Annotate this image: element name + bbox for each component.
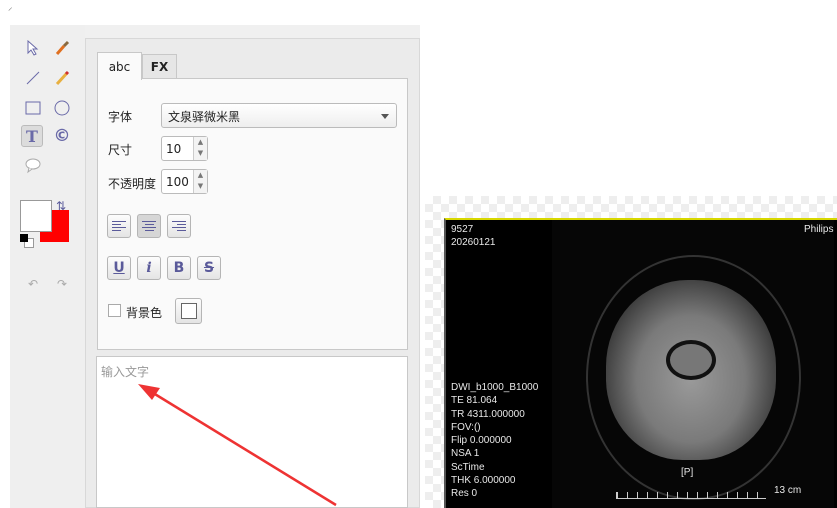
acquisition-info: DWI_b1000_B1000 TE 81.064 TR 4311.000000…	[451, 381, 538, 501]
tab-fx[interactable]: FX	[142, 54, 177, 79]
background-color-checkbox[interactable]	[108, 304, 121, 317]
align-right-icon	[172, 220, 186, 232]
redo-icon[interactable]: ↷	[51, 273, 73, 295]
info-line: ScTime	[451, 461, 485, 473]
font-label: 字体	[108, 110, 133, 124]
orientation-marker: [P]	[681, 467, 694, 478]
size-stepper-arrows[interactable]: ▲ ▼	[193, 137, 207, 160]
dicom-image[interactable]: 9527 20260121 Philips DWI_b1000_B1000 TE …	[444, 218, 837, 508]
select-tool-icon[interactable]	[22, 37, 44, 59]
info-line: NSA 1	[451, 448, 480, 460]
font-value: 文泉驿微米黑	[168, 110, 241, 124]
brainstem-region	[666, 340, 716, 380]
scale-label: 13 cm	[774, 485, 802, 496]
eyedropper-tool-icon[interactable]	[51, 37, 73, 59]
rectangle-tool-icon[interactable]	[22, 97, 44, 119]
align-left-icon	[112, 220, 126, 232]
info-line: THK 6.000000	[451, 475, 516, 487]
opacity-label: 不透明度	[108, 177, 157, 191]
brain-scan	[606, 280, 776, 460]
chevron-down-icon	[381, 114, 389, 119]
align-center-icon	[142, 220, 156, 232]
tool-palette: T © ⇅ ↶ ↷	[10, 25, 85, 508]
align-right-button[interactable]	[167, 214, 191, 238]
font-select[interactable]: 文泉驿微米黑	[161, 103, 397, 128]
text-input[interactable]: 输入文字	[96, 356, 408, 508]
ellipse-tool-icon[interactable]	[51, 97, 73, 119]
pencil-tool-icon[interactable]	[51, 67, 73, 89]
copyright-tool-icon[interactable]: ©	[51, 125, 73, 147]
swap-colors-icon[interactable]: ⇅	[56, 199, 66, 213]
text-input-placeholder: 输入文字	[101, 365, 150, 379]
patient-id: 9527	[451, 224, 474, 235]
opacity-stepper-arrows[interactable]: ▲ ▼	[193, 170, 207, 193]
primary-color-swatch[interactable]	[20, 200, 52, 232]
info-line: TR 4311.000000	[451, 408, 525, 420]
undo-icon[interactable]: ↶	[22, 273, 44, 295]
top-strip: ⸝	[0, 0, 837, 25]
manufacturer: Philips	[804, 224, 834, 235]
underline-button[interactable]: U	[107, 256, 131, 280]
info-line: Flip 0.000000	[451, 435, 512, 447]
align-left-button[interactable]	[107, 214, 131, 238]
background-color-button[interactable]	[175, 298, 202, 324]
size-value: 10	[166, 142, 182, 156]
line-tool-icon[interactable]	[22, 67, 44, 89]
background-color-swatch	[180, 303, 197, 319]
size-spinbox[interactable]: 10 ▲ ▼	[161, 136, 208, 161]
bold-button[interactable]: B	[167, 256, 191, 280]
info-line: DWI_b1000_B1000	[451, 382, 539, 393]
opacity-value: 100	[166, 175, 189, 189]
info-line: FOV:()	[451, 421, 481, 433]
reset-colors-icon[interactable]	[20, 234, 34, 248]
info-line: TE 81.064	[451, 395, 498, 407]
top-left-info: 9527 20260121	[451, 223, 496, 250]
background-color-label: 背景色	[126, 306, 163, 320]
corner-mark: ⸝	[8, 3, 13, 13]
strikethrough-button[interactable]: S	[197, 256, 221, 280]
scale-ruler	[616, 492, 766, 499]
speech-bubble-tool-icon[interactable]	[22, 155, 44, 177]
size-label: 尺寸	[108, 143, 133, 157]
study-date: 20260121	[451, 237, 496, 249]
italic-button[interactable]: i	[137, 256, 161, 280]
text-tool-icon[interactable]: T	[21, 125, 43, 147]
tab-abc[interactable]: abc	[97, 52, 142, 80]
info-line: Res 0	[451, 488, 478, 500]
opacity-spinbox[interactable]: 100 ▲ ▼	[161, 169, 208, 194]
align-center-button[interactable]	[137, 214, 161, 238]
